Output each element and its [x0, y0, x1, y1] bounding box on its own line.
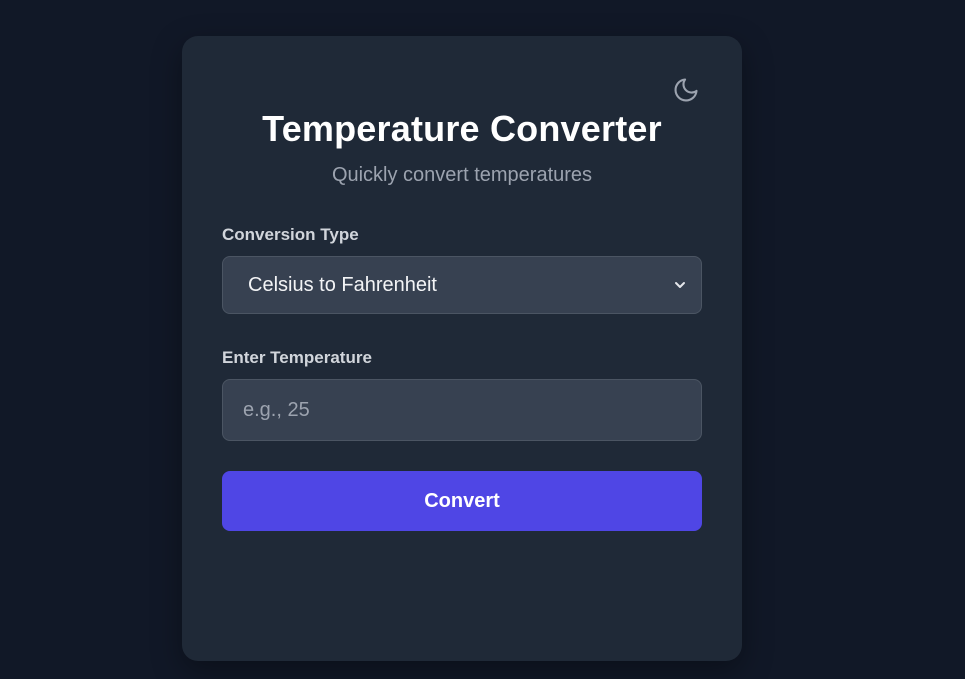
conversion-type-label: Conversion Type: [222, 225, 359, 244]
conversion-type-selected-value: Celsius to Fahrenheit: [248, 273, 437, 296]
page-subtitle: Quickly convert temperatures: [331, 164, 593, 186]
converter-card: Temperature Converter Quickly convert te…: [182, 36, 742, 661]
convert-button[interactable]: Convert: [222, 471, 702, 531]
chevron-down-icon: [673, 278, 687, 292]
conversion-type-select[interactable]: Celsius to Fahrenheit: [222, 256, 702, 314]
page-title: Temperature Converter: [262, 108, 662, 149]
temperature-input[interactable]: [222, 379, 702, 441]
temperature-label: Enter Temperature: [222, 348, 372, 367]
theme-toggle-button[interactable]: [670, 76, 702, 108]
moon-icon: [672, 76, 700, 109]
